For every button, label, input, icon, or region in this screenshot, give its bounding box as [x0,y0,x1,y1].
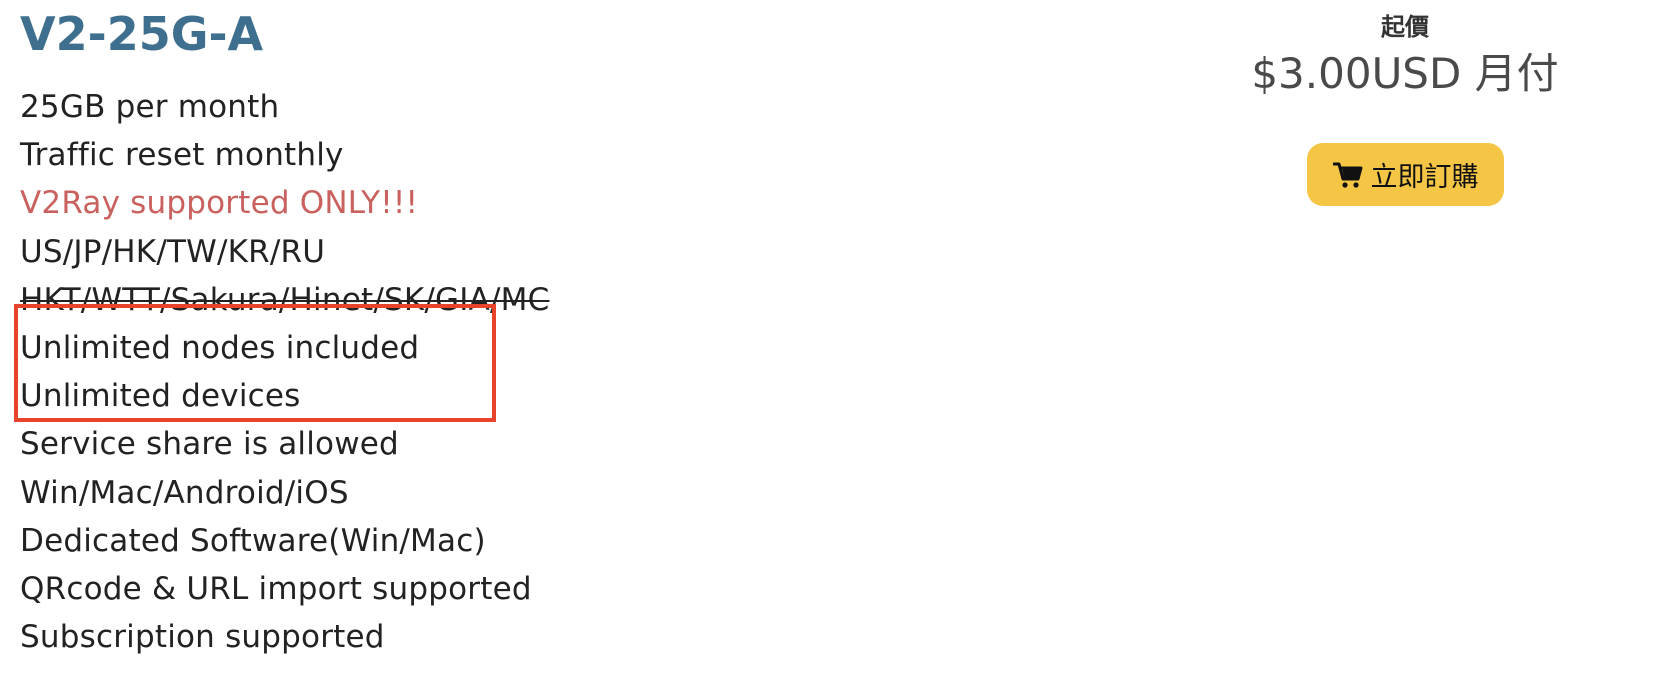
feature-item-struck: HKT/WTT/Sakura/Hinet/SK/GIA/MC [20,281,550,318]
cart-icon [1332,161,1363,189]
feature-item: QRcode & URL import supported [20,570,532,607]
feature-item: 25GB per month [20,89,280,125]
order-now-button[interactable]: 立即訂購 [1307,143,1504,206]
feature-item: Win/Mac/Android/iOS [20,474,349,511]
feature-item-highlight: V2Ray supported ONLY!!! [20,185,419,222]
order-now-label: 立即訂購 [1370,162,1479,193]
feature-item: Unlimited nodes included [20,329,420,366]
product-page: V2-25G-A 25GB per month Traffic reset mo… [0,0,1676,694]
feature-item: Unlimited devices [20,378,301,415]
feature-list: 25GB per month Traffic reset monthly V2R… [20,83,549,661]
feature-item: US/JP/HK/TW/KR/RU [20,233,326,270]
plan-title: V2-25G-A [20,7,264,61]
feature-item: Service share is allowed [20,426,399,463]
price-label: 起價 [1381,13,1429,41]
price-value: $3.00USD 月付 [1251,49,1559,98]
feature-item: Dedicated Software(Win/Mac) [20,522,486,559]
feature-item: Traffic reset monthly [20,137,344,174]
feature-item: Subscription supported [20,619,385,656]
